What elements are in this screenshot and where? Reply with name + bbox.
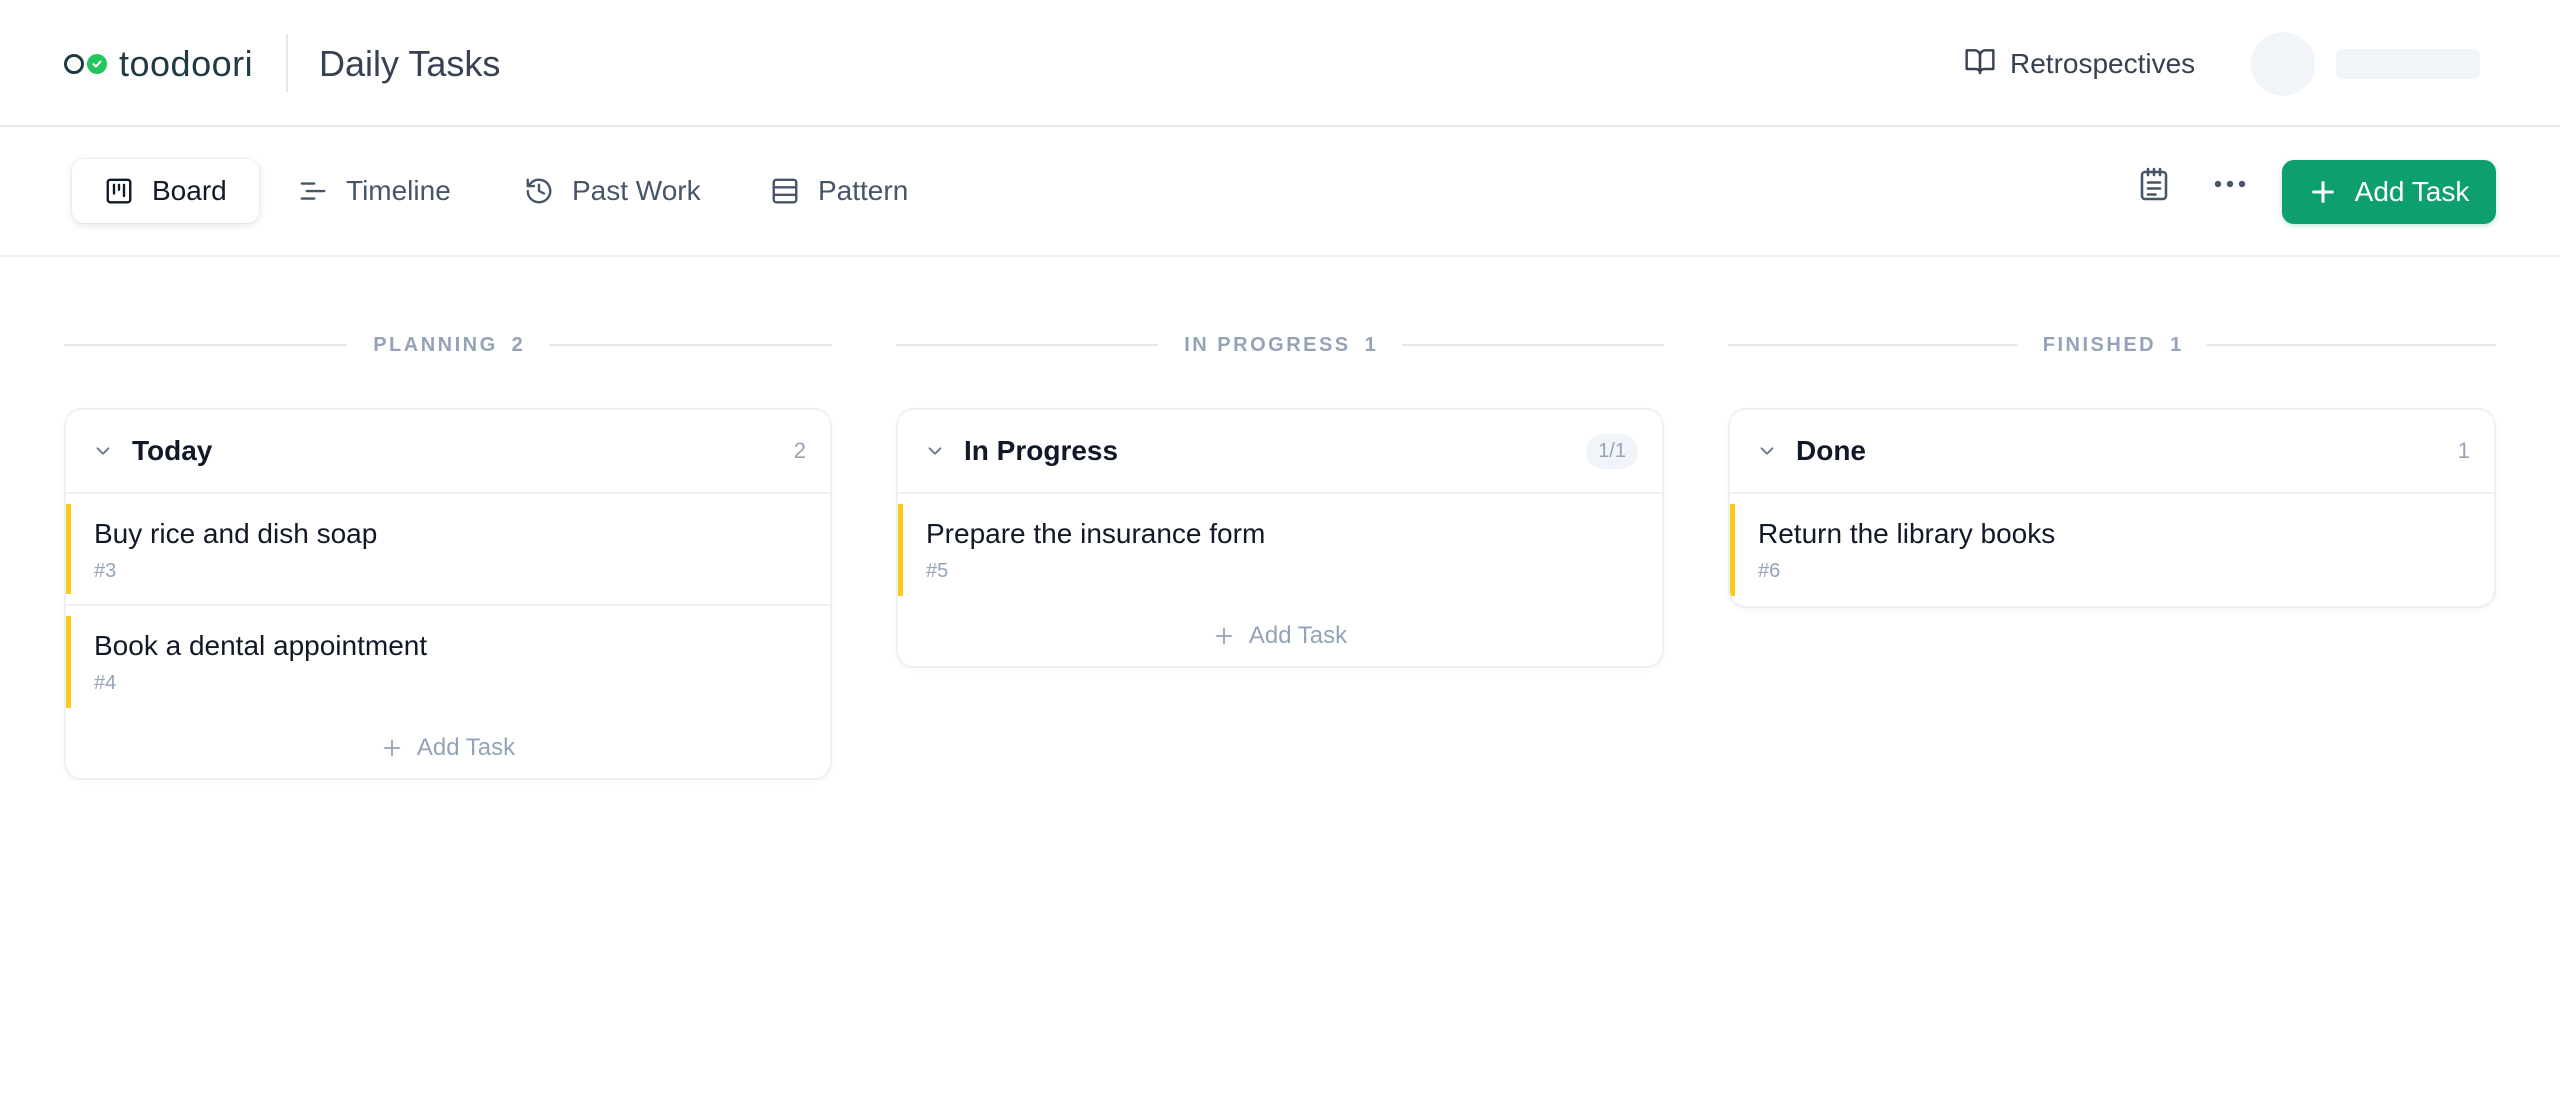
app-logo[interactable]: toodoori xyxy=(64,40,253,88)
column-done: Done 1 Return the library books #6 xyxy=(1728,408,2496,608)
timeline-icon xyxy=(300,182,326,200)
chevron-down-icon[interactable] xyxy=(924,440,946,462)
column-add-task-button[interactable]: Add Task xyxy=(898,606,1662,666)
avatar[interactable] xyxy=(2251,32,2315,96)
task-title: Buy rice and dish soap xyxy=(94,518,378,549)
more-options-button[interactable] xyxy=(2206,160,2254,208)
retrospectives-link[interactable]: Retrospectives xyxy=(1964,40,2195,88)
group-header-planning: PLANNING 2 xyxy=(64,330,833,360)
tab-pattern[interactable]: Pattern xyxy=(738,159,940,223)
group-count: 1 xyxy=(1364,333,1376,356)
clipboard-icon xyxy=(2140,167,2168,201)
top-header: toodoori Daily Tasks Retrospectives xyxy=(0,0,2560,127)
tab-timeline[interactable]: Timeline xyxy=(266,159,483,223)
task-card[interactable]: Return the library books #6 xyxy=(1730,494,2494,606)
group-count: 2 xyxy=(511,333,523,356)
column-header[interactable]: In Progress 1/1 xyxy=(898,410,1662,494)
group-count: 1 xyxy=(2170,333,2182,356)
group-label: FINISHED xyxy=(2042,333,2157,356)
logo-mark-icon xyxy=(64,54,107,74)
task-card[interactable]: Buy rice and dish soap #3 xyxy=(66,494,830,606)
task-priority-bar xyxy=(66,616,71,708)
task-title: Return the library books xyxy=(1758,518,2056,549)
tab-board-label: Board xyxy=(152,175,227,206)
task-title: Book a dental appointment xyxy=(94,630,428,661)
tab-pattern-label: Pattern xyxy=(818,175,909,206)
column-title: Today xyxy=(132,435,213,466)
column-title: Done xyxy=(1796,435,1866,466)
task-priority-bar xyxy=(1730,504,1735,596)
group-label: IN PROGRESS xyxy=(1184,333,1351,356)
task-id: #5 xyxy=(926,560,949,582)
board-icon xyxy=(106,178,132,204)
chevron-down-icon[interactable] xyxy=(1756,440,1778,462)
book-open-icon xyxy=(1964,45,1996,84)
add-task-label: Add Task xyxy=(416,734,516,761)
task-priority-bar xyxy=(898,504,903,596)
column-title: In Progress xyxy=(964,435,1119,466)
user-name-placeholder xyxy=(2336,49,2480,79)
add-task-label: Add Task xyxy=(1248,622,1348,649)
plus-icon xyxy=(2311,181,2334,203)
task-priority-bar xyxy=(66,504,71,594)
retrospectives-label: Retrospectives xyxy=(2010,48,2196,79)
tab-board[interactable]: Board xyxy=(72,159,259,223)
tab-timeline-label: Timeline xyxy=(346,175,451,206)
plus-icon xyxy=(1215,627,1233,645)
page-title: Daily Tasks xyxy=(319,43,501,84)
group-header-finished: FINISHED 1 xyxy=(1728,330,2496,360)
task-title: Prepare the insurance form xyxy=(926,518,1266,549)
column-count: 2 xyxy=(793,438,806,463)
tab-past-work-label: Past Work xyxy=(572,175,701,206)
header-divider xyxy=(286,34,288,92)
task-card[interactable]: Prepare the insurance form #5 xyxy=(898,494,1662,606)
wip-limit-badge: 1/1 xyxy=(1586,433,1638,469)
group-header-in-progress: IN PROGRESS 1 xyxy=(896,330,1665,360)
column-count: 1 xyxy=(2457,438,2470,463)
ellipsis-icon xyxy=(2214,180,2246,188)
notes-button[interactable] xyxy=(2130,160,2178,208)
group-label: PLANNING xyxy=(373,333,498,356)
add-task-button[interactable]: Add Task xyxy=(2282,160,2496,224)
plus-icon xyxy=(383,739,401,757)
column-in-progress: In Progress 1/1 Prepare the insurance fo… xyxy=(896,408,1664,668)
task-id: #6 xyxy=(1758,560,1781,582)
column-today: Today 2 Buy rice and dish soap #3 Book a… xyxy=(64,408,832,780)
chevron-down-icon[interactable] xyxy=(92,440,114,462)
column-header[interactable]: Today 2 xyxy=(66,410,830,494)
tab-past-work[interactable]: Past Work xyxy=(492,159,733,223)
column-add-task-button[interactable]: Add Task xyxy=(66,718,830,778)
table-icon xyxy=(772,178,798,204)
column-header[interactable]: Done 1 xyxy=(1730,410,2494,494)
add-task-label: Add Task xyxy=(2354,176,2470,207)
history-icon xyxy=(526,178,552,204)
task-card[interactable]: Book a dental appointment #4 xyxy=(66,606,830,718)
logo-text: toodoori xyxy=(119,43,254,84)
task-id: #3 xyxy=(94,560,117,582)
task-id: #4 xyxy=(94,672,117,694)
